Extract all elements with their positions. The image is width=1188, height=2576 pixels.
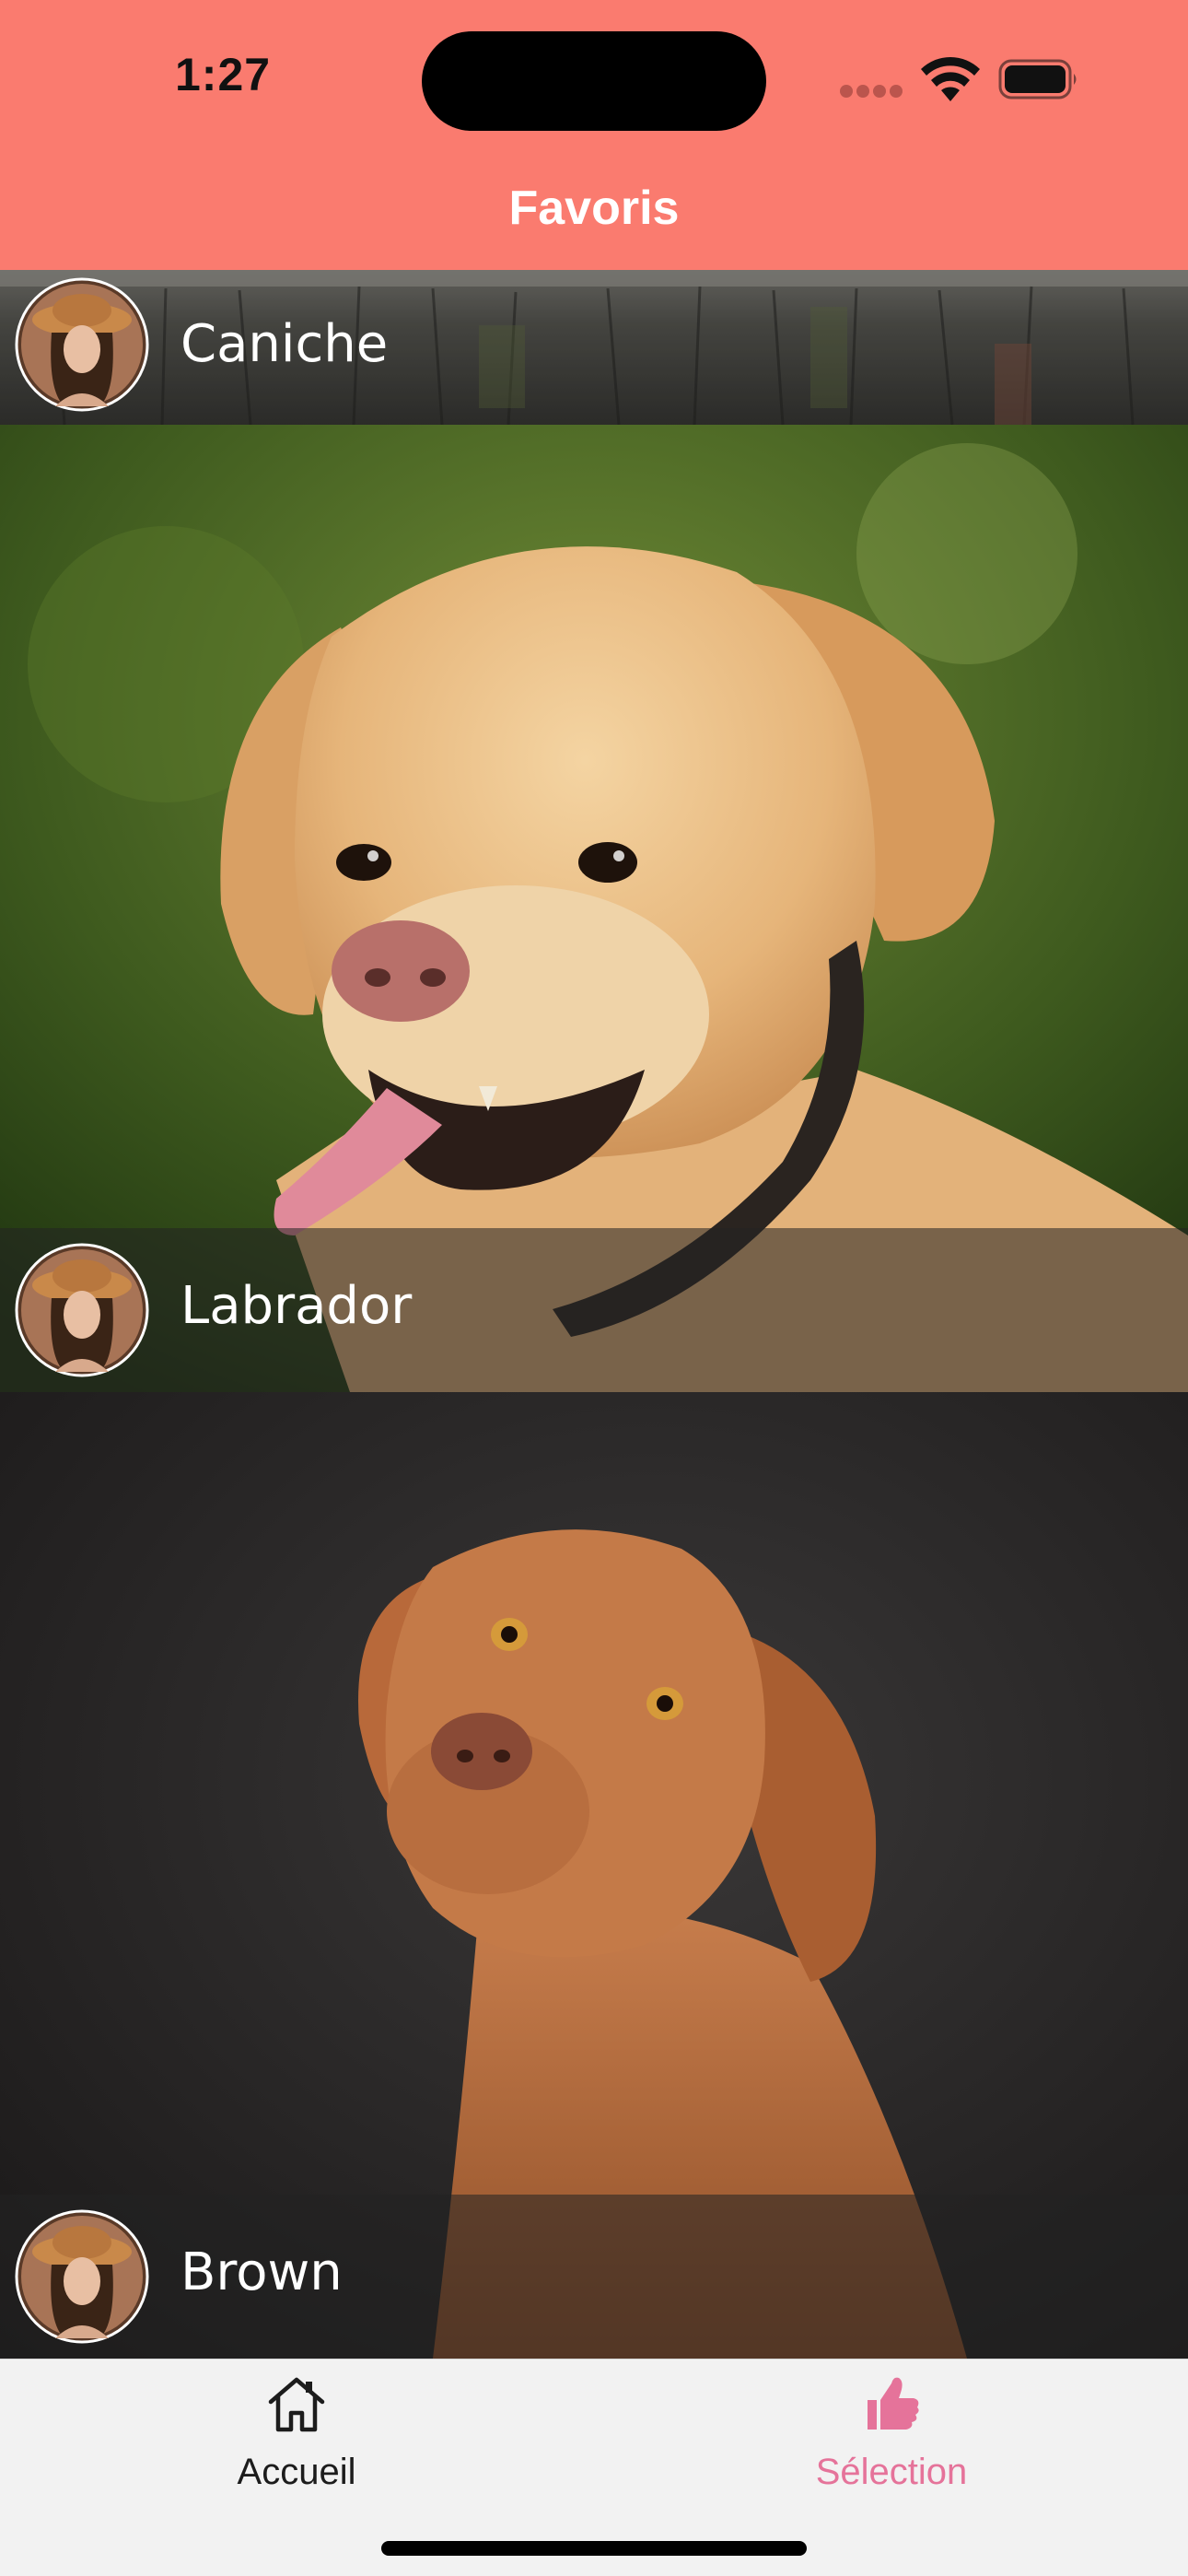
list-item-labrador[interactable]: Labrador	[0, 425, 1188, 1392]
list-item-caniche[interactable]: Caniche	[0, 270, 1188, 425]
list-item-brown[interactable]: Brown	[0, 1392, 1188, 2359]
wifi-icon	[921, 57, 980, 101]
phone-screen: 1:27 Favoris Caniche Labrador Brown Accu…	[0, 0, 1188, 2576]
breed-name: Brown	[181, 2242, 343, 2302]
status-time: 1:27	[175, 49, 272, 100]
tab-label: Accueil	[237, 2452, 356, 2492]
tab-accueil[interactable]: Accueil	[131, 2359, 462, 2516]
dynamic-island	[422, 31, 766, 131]
home-indicator[interactable]	[381, 2541, 807, 2556]
battery-icon	[998, 59, 1077, 100]
thumbs-up-icon	[868, 2377, 919, 2430]
tab-selection[interactable]: Sélection	[726, 2359, 1057, 2516]
breed-name: Caniche	[181, 314, 389, 374]
item-caption-bar: Labrador	[0, 1228, 1188, 1392]
profile-avatar	[15, 277, 149, 412]
favorites-list[interactable]: Caniche Labrador Brown	[0, 270, 1188, 2359]
home-icon	[268, 2377, 325, 2432]
tab-label: Sélection	[815, 2452, 968, 2492]
navigation-header: 1:27 Favoris	[0, 0, 1188, 270]
profile-avatar	[15, 2209, 149, 2344]
item-caption-bar: Caniche	[0, 270, 1188, 425]
item-caption-bar: Brown	[0, 2195, 1188, 2359]
page-title: Favoris	[508, 181, 680, 235]
profile-avatar	[15, 1243, 149, 1377]
breed-name: Labrador	[181, 1276, 413, 1336]
cellular-signal-icon	[840, 85, 903, 98]
